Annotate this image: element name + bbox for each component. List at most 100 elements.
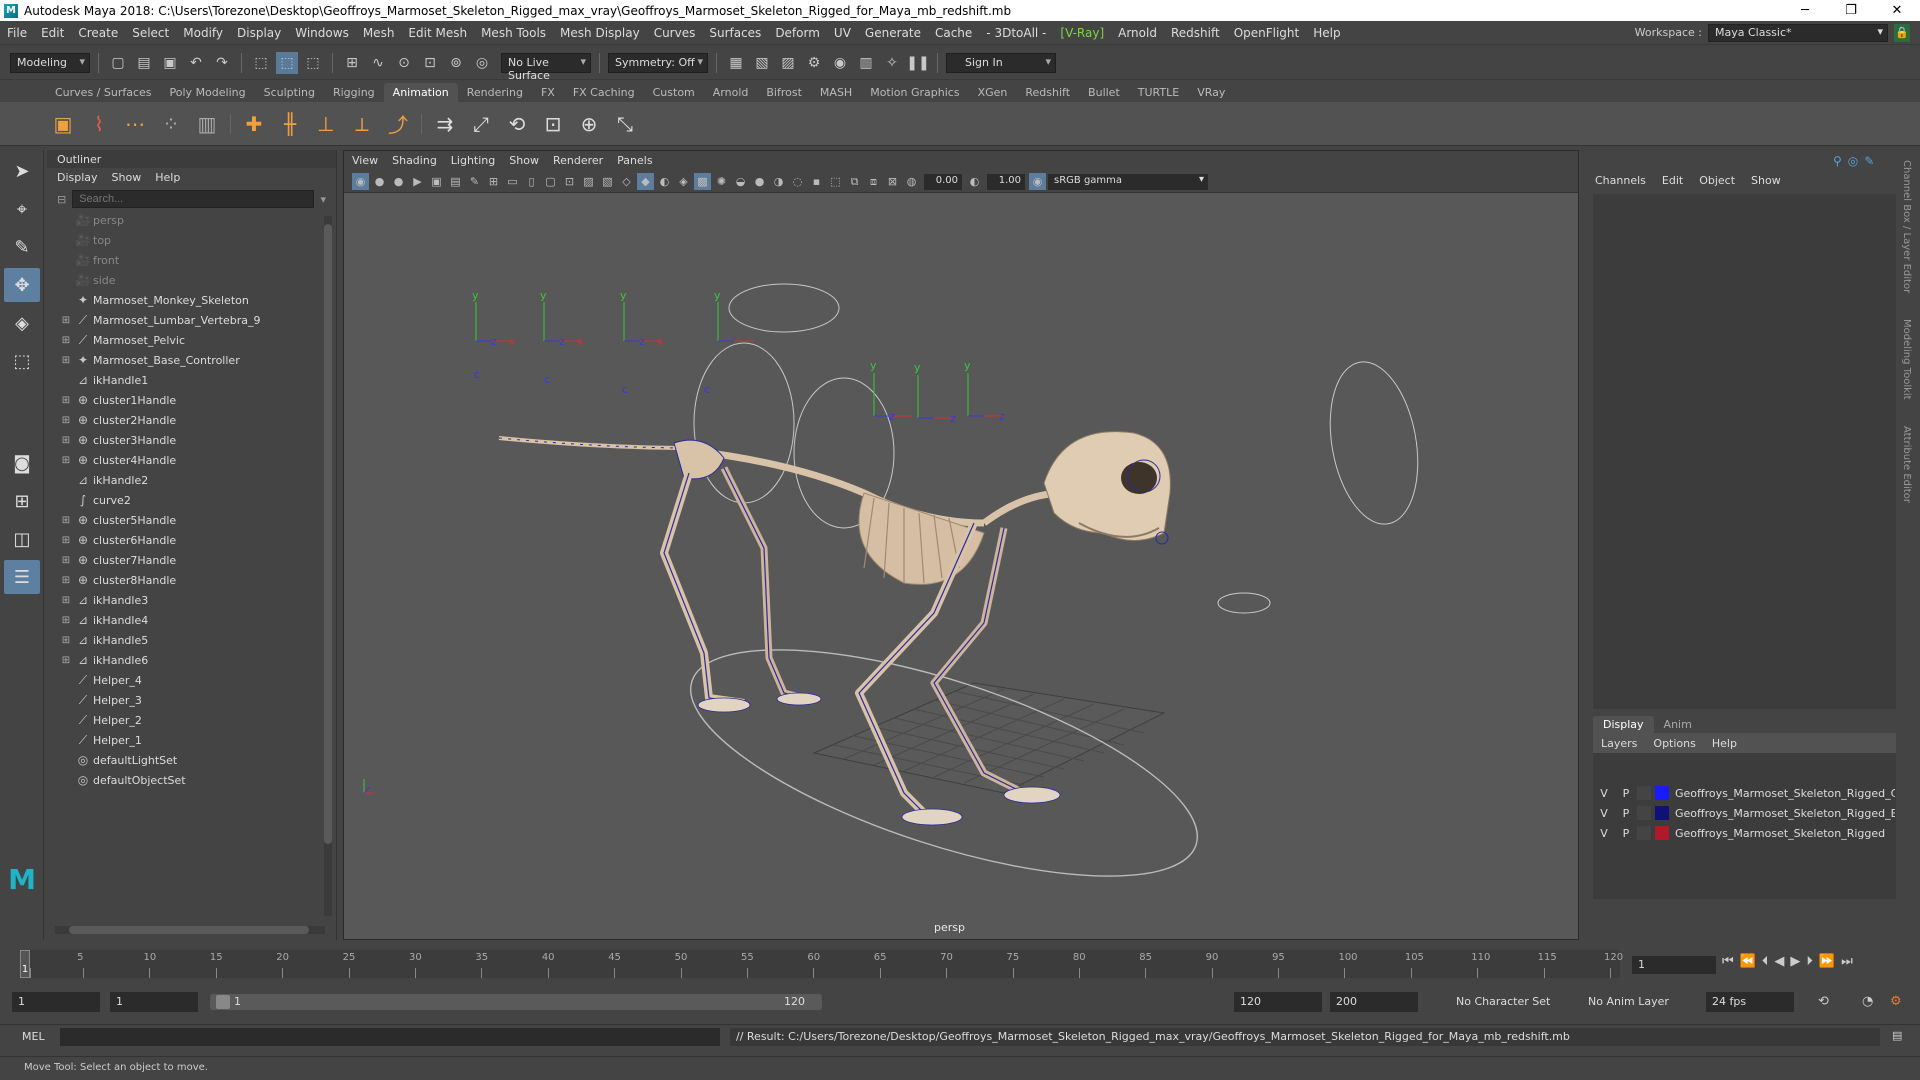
layer-type-toggle[interactable] xyxy=(1637,806,1651,820)
shelf-tab[interactable]: Motion Graphics xyxy=(861,83,968,102)
menu-item[interactable]: Cache xyxy=(928,26,979,40)
anim-layer-dropdown[interactable]: No Anim Layer xyxy=(1582,992,1692,1012)
menu-item[interactable]: Help xyxy=(1306,26,1347,40)
minimize-button[interactable]: ─ xyxy=(1782,3,1828,18)
layer-playback-toggle[interactable]: P xyxy=(1615,827,1637,840)
viewport-menu-item[interactable]: Renderer xyxy=(553,154,603,168)
viewport-panel[interactable]: View Shading Lighting Show Renderer Panels ◉ … xyxy=(343,150,1579,940)
outliner-row[interactable]: ◎ defaultLightSet xyxy=(59,750,336,770)
safe-title-icon[interactable]: ▧ xyxy=(599,173,616,190)
smooth-shade-icon[interactable]: ◆ xyxy=(637,173,654,190)
shelf-tab[interactable]: FX Caching xyxy=(564,83,644,102)
scrollbar-thumb[interactable] xyxy=(324,224,332,844)
select-hierarchy-icon[interactable]: ⬚ xyxy=(250,52,272,74)
layer-editor-tab[interactable]: Anim xyxy=(1654,716,1702,733)
render-view-icon[interactable]: ▦ xyxy=(725,52,747,74)
playback-start-field[interactable]: 1 xyxy=(110,992,198,1012)
shelf-tab[interactable]: TURTLE xyxy=(1129,83,1188,102)
undo-icon[interactable]: ↶ xyxy=(185,52,207,74)
channel-box-menu-item[interactable]: Show xyxy=(1751,174,1781,187)
layer-editor-tab[interactable]: Display xyxy=(1593,716,1654,733)
outliner-row[interactable]: ⊞ ⊕ cluster6Handle xyxy=(59,530,336,550)
open-scene-icon[interactable]: ▤ xyxy=(133,52,155,74)
outliner-row[interactable]: ⊞ ⟋ Marmoset_Pelvic xyxy=(59,330,336,350)
layer-type-toggle[interactable] xyxy=(1637,826,1651,840)
isolate-select-icon[interactable]: ⬚ xyxy=(827,173,844,190)
outliner-row[interactable]: 🎥 front xyxy=(59,250,336,270)
layer-type-toggle[interactable] xyxy=(1637,786,1651,800)
graph-editor-icon[interactable]: ⌇ xyxy=(82,107,116,141)
side-tab[interactable]: Attribute Editor xyxy=(1901,426,1912,503)
script-language-toggle[interactable]: MEL xyxy=(22,1030,45,1043)
aim-constraint-icon[interactable]: ⊕ xyxy=(572,107,606,141)
layer-visibility-toggle[interactable]: V xyxy=(1593,827,1615,840)
grid-toggle-icon[interactable]: ⊞ xyxy=(485,173,502,190)
shelf-tab[interactable]: Curves / Surfaces xyxy=(46,83,161,102)
symmetry-dropdown[interactable]: Symmetry: Off xyxy=(608,52,708,73)
animation-preferences-icon[interactable]: ⚙ xyxy=(1890,994,1902,1009)
snap-grid-icon[interactable]: ⊞ xyxy=(341,52,363,74)
outliner-row[interactable]: ⊞ ⊕ cluster8Handle xyxy=(59,570,336,590)
play-forwards-icon[interactable]: ▶ xyxy=(1790,954,1800,969)
layer-playback-toggle[interactable]: P xyxy=(1615,787,1637,800)
shelf-tab[interactable]: FX xyxy=(532,83,564,102)
current-frame-field[interactable]: 1 xyxy=(1632,956,1716,974)
shelf-tab[interactable]: Bifrost xyxy=(757,83,811,102)
outliner-row[interactable]: ⊞ ⊕ cluster5Handle xyxy=(59,510,336,530)
side-tab[interactable]: Channel Box / Layer Editor xyxy=(1901,160,1912,293)
gamma-icon[interactable]: ◐ xyxy=(966,173,983,190)
rotate-tool-icon[interactable]: ◈ xyxy=(4,306,40,340)
expand-icon[interactable]: ⊞ xyxy=(59,395,73,406)
shelf-tab[interactable]: Animation xyxy=(383,83,458,102)
outliner-row[interactable]: ⊞ ✦ Marmoset_Base_Controller xyxy=(59,350,336,370)
resolution-gate-icon[interactable]: ▯ xyxy=(523,173,540,190)
side-tab[interactable]: Modeling Toolkit xyxy=(1901,319,1912,400)
menu-item[interactable]: Modify xyxy=(176,26,230,40)
command-input[interactable] xyxy=(60,1028,720,1046)
attribute-editor-toggle-icon[interactable]: ◎ xyxy=(1848,154,1858,168)
expand-icon[interactable]: ⊞ xyxy=(59,315,73,326)
outliner-row[interactable]: ⊞ ⊕ cluster3Handle xyxy=(59,430,336,450)
expand-icon[interactable]: ⊞ xyxy=(59,335,73,346)
menu-item[interactable]: Select xyxy=(125,26,176,40)
layer-color-swatch[interactable] xyxy=(1655,826,1669,840)
step-forward-frame-icon[interactable]: ⏵ xyxy=(1806,954,1813,969)
hypershade-icon[interactable]: ◉ xyxy=(829,52,851,74)
light-editor-icon[interactable]: ✧ xyxy=(881,52,903,74)
menu-item[interactable]: Edit Mesh xyxy=(401,26,474,40)
two-view-icon[interactable]: ◫ xyxy=(4,522,40,556)
outliner-horizontal-scrollbar[interactable] xyxy=(55,926,325,934)
scrollbar-thumb[interactable] xyxy=(69,926,309,934)
layer-menu-item[interactable]: Options xyxy=(1653,737,1695,750)
shelf-tab[interactable]: VRay xyxy=(1188,83,1234,102)
play-backwards-icon[interactable]: ◀ xyxy=(1774,954,1784,969)
step-back-frame-icon[interactable]: ⏴ xyxy=(1762,954,1769,969)
menu-item[interactable]: Arnold xyxy=(1111,26,1164,40)
outliner-row[interactable]: ⟋ Helper_4 xyxy=(59,670,336,690)
channel-box-menu-item[interactable]: Edit xyxy=(1662,174,1683,187)
scene-end-field[interactable]: 200 xyxy=(1330,992,1418,1012)
dope-sheet-icon[interactable]: ⋯ xyxy=(118,107,152,141)
character-set-dropdown[interactable]: No Character Set xyxy=(1450,992,1570,1012)
snap-curve-icon[interactable]: ∿ xyxy=(367,52,389,74)
viewport-menu-item[interactable]: Lighting xyxy=(451,154,495,168)
layer-row[interactable]: V P Geoffroys_Marmoset_Skeleton_Rigged_Bo xyxy=(1593,803,1896,823)
layer-color-swatch[interactable] xyxy=(1655,786,1669,800)
backface-icon[interactable]: ⊠ xyxy=(884,173,901,190)
outliner-search-input[interactable] xyxy=(72,190,315,208)
film-gate-icon[interactable]: ▭ xyxy=(504,173,521,190)
four-view-icon[interactable]: ⊞ xyxy=(4,484,40,518)
expand-icon[interactable]: ⊞ xyxy=(59,655,73,666)
outliner-row[interactable]: ⟋ Helper_3 xyxy=(59,690,336,710)
orient-constraint-icon[interactable]: ⟲ xyxy=(500,107,534,141)
expand-icon[interactable]: ⊞ xyxy=(59,515,73,526)
spine-control-circles[interactable] xyxy=(693,283,1430,614)
close-button[interactable]: ✕ xyxy=(1874,3,1920,18)
wireframe-icon[interactable]: ◇ xyxy=(618,173,635,190)
shelf-tab[interactable]: Rendering xyxy=(458,83,532,102)
shelf-tab[interactable]: Arnold xyxy=(704,83,758,102)
menu-item[interactable]: Mesh Tools xyxy=(474,26,553,40)
outliner-row[interactable]: ⊞ ⟋ Marmoset_Lumbar_Vertebra_9 xyxy=(59,310,336,330)
grease-pencil-icon[interactable]: ✎ xyxy=(466,173,483,190)
ik-handle-tool-icon[interactable]: ⟂ xyxy=(345,107,379,141)
